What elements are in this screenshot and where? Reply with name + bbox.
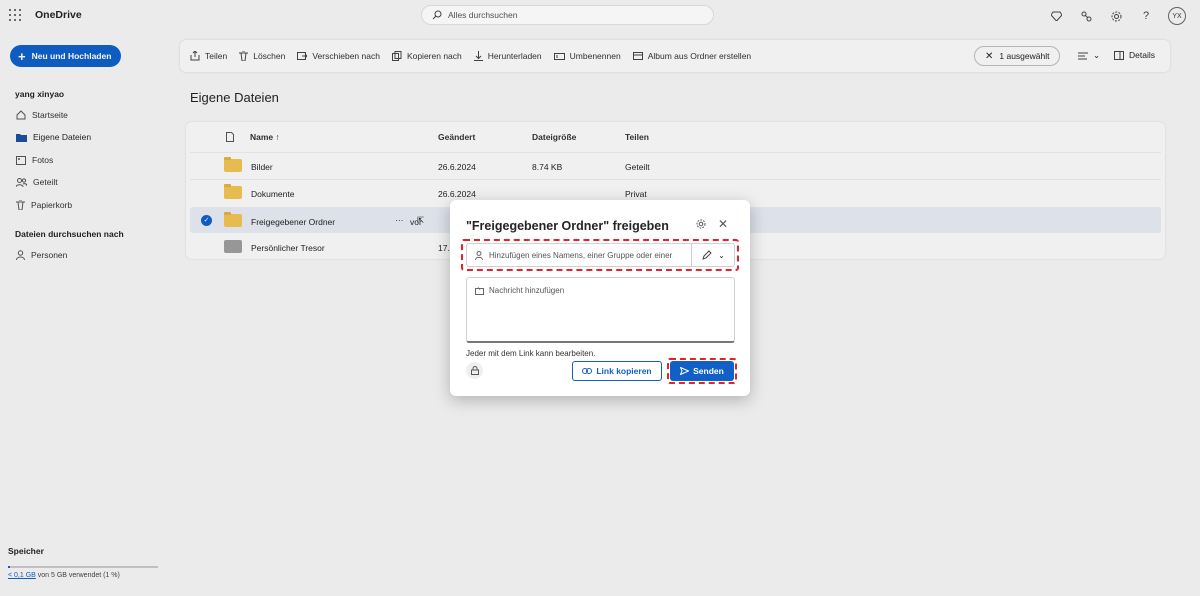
- message-textarea[interactable]: Nachricht hinzufügen: [466, 277, 735, 343]
- people-placeholder: Hinzufügen eines Namens, einer Gruppe od…: [489, 250, 673, 260]
- person-icon: [475, 250, 483, 260]
- link-settings-button[interactable]: [466, 362, 483, 379]
- close-icon[interactable]: ✕: [718, 217, 728, 231]
- copy-link-button[interactable]: Link kopieren: [572, 361, 662, 381]
- send-button[interactable]: Senden: [670, 361, 734, 381]
- permission-dropdown[interactable]: ⌄: [691, 243, 735, 267]
- message-placeholder: Nachricht hinzufügen: [489, 286, 565, 295]
- onedrive-app: OneDrive Alles durchsuchen ? YX + Neu un…: [0, 0, 1200, 596]
- share-dialog: "Freigegebener Ordner" freigeben ✕ Hinzu…: [450, 200, 750, 396]
- message-icon: [475, 286, 484, 295]
- message-placeholder-row: Nachricht hinzufügen: [475, 286, 564, 295]
- send-label: Senden: [693, 366, 724, 376]
- dialog-title: "Freigegebener Ordner" freigeben: [466, 219, 669, 233]
- link-permission-info[interactable]: Jeder mit dem Link kann bearbeiten.: [466, 349, 595, 358]
- lock-icon: [470, 366, 479, 375]
- chevron-down-icon: ⌄: [718, 250, 725, 260]
- link-icon: [582, 368, 593, 374]
- pencil-icon: [702, 250, 712, 260]
- copy-link-label: Link kopieren: [596, 366, 652, 376]
- send-icon: [680, 367, 690, 375]
- settings-icon[interactable]: [696, 219, 706, 231]
